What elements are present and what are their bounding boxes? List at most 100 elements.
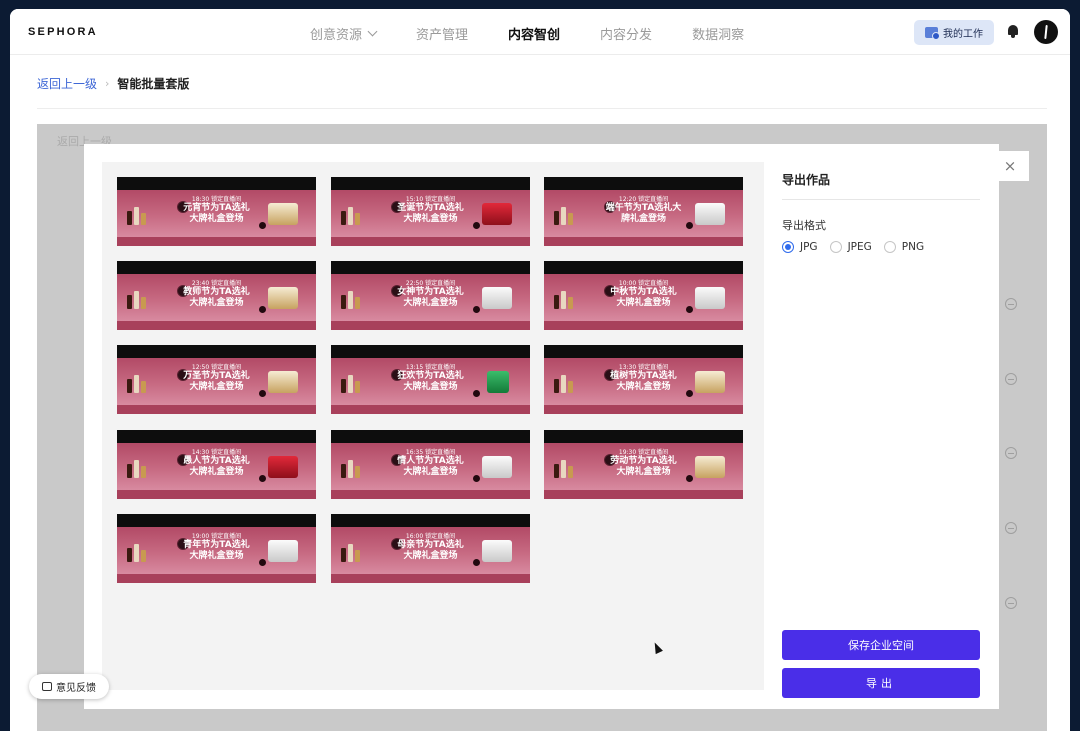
banner-body: 10:00 锁定直播间 中秋节为TA选礼 大牌礼盒登场 bbox=[544, 274, 743, 321]
banner-time: 15:10 锁定直播间 bbox=[405, 196, 456, 203]
banner-footer bbox=[544, 490, 743, 499]
banner-thumbnail[interactable]: 15:10 锁定直播间 圣诞节为TA选礼 大牌礼盒登场 bbox=[331, 177, 530, 246]
banner-thumbnail[interactable]: 16:35 锁定直播间 情人节为TA选礼 大牌礼盒登场 bbox=[331, 430, 530, 499]
breadcrumb: 返回上一级 › 智能批量套版 bbox=[37, 75, 189, 92]
divider bbox=[782, 199, 980, 200]
banner-header bbox=[117, 430, 316, 443]
banner-header bbox=[331, 514, 530, 527]
banner-body: 23:40 锁定直播间 教师节为TA选礼 大牌礼盒登场 bbox=[117, 274, 316, 321]
banner-thumbnail[interactable]: 23:40 锁定直播间 教师节为TA选礼 大牌礼盒登场 bbox=[117, 261, 316, 330]
banner-thumbnail[interactable]: 22:50 锁定直播间 女神节为TA选礼 大牌礼盒登场 bbox=[331, 261, 530, 330]
banner-header bbox=[331, 177, 530, 190]
product-image bbox=[695, 287, 725, 309]
banner-footer bbox=[331, 321, 530, 330]
play-dot-icon bbox=[686, 306, 693, 313]
banner-body: 15:10 锁定直播间 圣诞节为TA选礼 大牌礼盒登场 bbox=[331, 190, 530, 237]
minus-circle-icon bbox=[1005, 597, 1017, 609]
banner-footer bbox=[331, 405, 530, 414]
banner-header bbox=[544, 430, 743, 443]
banner-thumbnail[interactable]: 19:00 锁定直播间 青年节为TA选礼 大牌礼盒登场 bbox=[117, 514, 316, 583]
banner-thumbnail[interactable]: 13:30 锁定直播间 植树节为TA选礼 大牌礼盒登场 bbox=[544, 345, 743, 414]
product-bottles-image bbox=[339, 456, 363, 478]
radio-icon bbox=[829, 241, 842, 253]
chevron-down-icon bbox=[367, 26, 378, 37]
banner-thumbnail[interactable]: 13:15 锁定直播间 狂欢节为TA选礼 大牌礼盒登场 bbox=[331, 345, 530, 414]
nav-item-data-insight[interactable]: 数据洞察 bbox=[692, 24, 744, 43]
banner-body: 14:30 锁定直播间 愚人节为TA选礼 大牌礼盒登场 bbox=[117, 443, 316, 490]
banner-time: 23:40 锁定直播间 bbox=[191, 280, 242, 287]
banner-time: 10:00 锁定直播间 bbox=[618, 280, 669, 287]
minus-circle-icon bbox=[1005, 373, 1017, 385]
product-image bbox=[482, 540, 512, 562]
banner-footer bbox=[544, 237, 743, 246]
banner-body: 22:50 锁定直播间 女神节为TA选礼 大牌礼盒登场 bbox=[331, 274, 530, 321]
banner-thumbnail[interactable]: 10:00 锁定直播间 中秋节为TA选礼 大牌礼盒登场 bbox=[544, 261, 743, 330]
my-work-button[interactable]: 我的工作 bbox=[914, 20, 994, 45]
product-image bbox=[695, 371, 725, 393]
play-dot-icon bbox=[259, 390, 266, 397]
play-dot-icon bbox=[259, 306, 266, 313]
banner-time: 12:50 锁定直播间 bbox=[191, 364, 242, 371]
banner-thumbnail[interactable]: 18:30 锁定直播间 元宵节为TA选礼 大牌礼盒登场 bbox=[117, 177, 316, 246]
product-image bbox=[268, 456, 298, 478]
banner-time: 22:50 锁定直播间 bbox=[405, 280, 456, 287]
export-button[interactable]: 导出 bbox=[782, 668, 980, 698]
product-image bbox=[268, 371, 298, 393]
nav-item-asset-management[interactable]: 资产管理 bbox=[416, 24, 468, 43]
product-image bbox=[487, 371, 509, 393]
bell-icon[interactable] bbox=[1007, 25, 1019, 38]
product-bottles-image bbox=[125, 456, 149, 478]
product-image bbox=[482, 287, 512, 309]
brand-logo[interactable]: SEPHORA bbox=[28, 26, 98, 38]
radio-selected-icon bbox=[782, 241, 794, 253]
breadcrumb-back-link[interactable]: 返回上一级 bbox=[37, 75, 97, 92]
banner-body: 12:20 锁定直播间 端午节为TA选礼大 牌礼盒登场 bbox=[544, 190, 743, 237]
nav-item-creative-resources[interactable]: 创意资源 bbox=[310, 24, 378, 43]
minus-circle-icon bbox=[1005, 447, 1017, 459]
radio-icon bbox=[883, 241, 896, 253]
banner-time: 16:00 锁定直播间 bbox=[405, 533, 456, 540]
product-bottles-image bbox=[125, 371, 149, 393]
banner-header bbox=[117, 514, 316, 527]
panel-title: 导出作品 bbox=[782, 173, 831, 187]
banner-thumbnail[interactable]: 14:30 锁定直播间 愚人节为TA选礼 大牌礼盒登场 bbox=[117, 430, 316, 499]
play-dot-icon bbox=[473, 222, 480, 229]
format-label: 导出格式 bbox=[782, 219, 826, 232]
top-navigation: SEPHORA 创意资源 资产管理 内容智创 内容分发 数据洞察 我的工作 bbox=[10, 9, 1070, 55]
product-image bbox=[482, 456, 512, 478]
product-image bbox=[268, 287, 298, 309]
nav-item-content-distribution[interactable]: 内容分发 bbox=[600, 24, 652, 43]
save-to-enterprise-button[interactable]: 保存企业空间 bbox=[782, 630, 980, 660]
banner-footer bbox=[117, 321, 316, 330]
banner-body: 19:30 锁定直播间 劳动节为TA选礼 大牌礼盒登场 bbox=[544, 443, 743, 490]
banner-footer bbox=[544, 321, 743, 330]
banner-header bbox=[544, 177, 743, 190]
banner-time: 16:35 锁定直播间 bbox=[405, 449, 456, 456]
banner-thumbnail[interactable]: 12:20 锁定直播间 端午节为TA选礼大 牌礼盒登场 bbox=[544, 177, 743, 246]
format-radio-jpeg[interactable]: JPEG bbox=[829, 241, 872, 253]
chevron-right-icon: › bbox=[105, 77, 110, 90]
product-bottles-image bbox=[552, 287, 576, 309]
format-radio-png[interactable]: PNG bbox=[883, 241, 924, 253]
banner-thumbnail[interactable]: 19:30 锁定直播间 劳动节为TA选礼 大牌礼盒登场 bbox=[544, 430, 743, 499]
play-dot-icon bbox=[686, 475, 693, 482]
my-work-label: 我的工作 bbox=[943, 29, 983, 40]
divider bbox=[37, 108, 1047, 109]
banner-header bbox=[331, 261, 530, 274]
nav-label: 创意资源 bbox=[310, 28, 363, 43]
banner-header bbox=[331, 430, 530, 443]
banner-header bbox=[544, 261, 743, 274]
format-radio-jpg[interactable]: JPG bbox=[782, 241, 818, 253]
banner-footer bbox=[117, 405, 316, 414]
main-nav: 创意资源 资产管理 内容智创 内容分发 数据洞察 bbox=[310, 24, 784, 43]
banner-time: 18:30 锁定直播间 bbox=[191, 196, 242, 203]
nav-item-content-creation[interactable]: 内容智创 bbox=[508, 24, 560, 43]
avatar[interactable] bbox=[1034, 20, 1058, 44]
export-modal: 18:30 锁定直播间 元宵节为TA选礼 大牌礼盒登场 15:10 锁定直播间 圣诞节为… bbox=[84, 144, 999, 709]
banner-thumbnail[interactable]: 12:50 锁定直播间 万圣节为TA选礼 大牌礼盒登场 bbox=[117, 345, 316, 414]
feedback-icon bbox=[42, 682, 52, 691]
banner-thumbnail[interactable]: 16:00 锁定直播间 母亲节为TA选礼 大牌礼盒登场 bbox=[331, 514, 530, 583]
banner-body: 12:50 锁定直播间 万圣节为TA选礼 大牌礼盒登场 bbox=[117, 358, 316, 405]
banner-footer bbox=[331, 490, 530, 499]
feedback-button[interactable]: 意见反馈 bbox=[29, 674, 109, 699]
